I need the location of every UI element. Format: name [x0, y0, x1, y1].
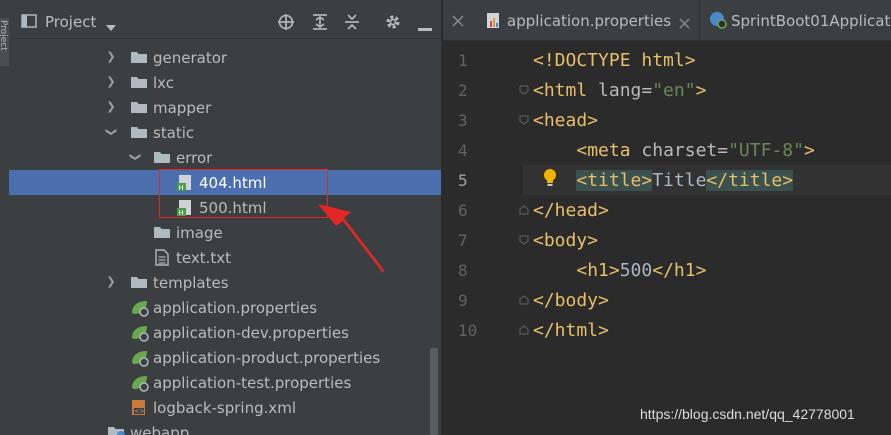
close-icon[interactable] [679, 14, 690, 33]
code-line: <html lang="en"> [533, 80, 707, 101]
hide-icon[interactable] [417, 18, 433, 37]
folder-icon [153, 224, 171, 244]
tree-item-application-dev-properties[interactable]: application-dev.properties [9, 320, 441, 345]
tree-item-label: lxc [153, 74, 175, 92]
tab-label: application.properties [507, 12, 672, 30]
line-number: 1 [458, 51, 468, 70]
line-number: 8 [458, 261, 468, 280]
tree-item-static[interactable]: ❯ static [9, 120, 441, 145]
tab-label: SprintBoot01Applicat [731, 12, 891, 30]
fold-marker-icon[interactable] [519, 85, 529, 95]
tree-item-application-test-properties[interactable]: application-test.properties [9, 370, 441, 395]
line-number: 6 [458, 201, 468, 220]
tree-item-label: application.properties [153, 299, 318, 317]
tree-item-label: application-product.properties [153, 349, 381, 367]
chevron-down-icon[interactable]: ❯ [128, 151, 142, 163]
settings-icon[interactable] [384, 13, 402, 35]
tree-item-generator[interactable]: ❯ generator [9, 45, 441, 70]
text-file-icon [155, 249, 169, 270]
tree-item-lxc[interactable]: ❯ lxc [9, 70, 441, 95]
tree-item-error[interactable]: ❯ error [9, 145, 441, 170]
properties-file-icon [486, 12, 502, 34]
annotation-highlight-box [159, 169, 328, 218]
spring-properties-icon [130, 374, 150, 396]
project-view-selector[interactable]: Project [45, 13, 96, 31]
locate-icon[interactable] [277, 13, 295, 35]
folder-icon [130, 274, 148, 294]
line-number: 10 [458, 321, 478, 340]
tree-item-label: image [176, 224, 223, 242]
watermark-text: https://blog.csdn.net/qq_42778001 [640, 406, 855, 422]
tree-item-mapper[interactable]: ❯ mapper [9, 95, 441, 120]
tree-item-label: static [153, 124, 195, 142]
chevron-down-icon[interactable]: ❯ [104, 126, 118, 138]
line-number: 9 [458, 291, 468, 310]
tree-item-application-product-properties[interactable]: application-product.properties [9, 345, 441, 370]
line-number: 7 [458, 231, 468, 250]
spring-properties-icon [130, 324, 150, 346]
code-line: <title>Title</title> [576, 170, 794, 191]
tree-item-image[interactable]: image [9, 220, 441, 245]
line-number: 5 [458, 171, 468, 190]
code-line: <head> [533, 110, 599, 131]
code-line: </body> [533, 290, 609, 311]
chevron-right-icon[interactable]: ❯ [105, 75, 117, 89]
tree-item-application-properties[interactable]: application.properties [9, 295, 441, 320]
tree-item-label: generator [153, 49, 228, 67]
code-line: <meta charset="UTF-8"> [576, 140, 815, 161]
tree-item-webapp[interactable]: webapp [9, 420, 441, 435]
code-line: <body> [533, 230, 599, 251]
tree-item-templates[interactable]: ❯ templates [9, 270, 441, 295]
fold-marker-icon[interactable] [519, 295, 529, 305]
close-icon[interactable] [452, 12, 464, 31]
code-line: </head> [533, 200, 609, 221]
tree-item-label: mapper [153, 99, 212, 117]
tree-item-text-txt[interactable]: text.txt [9, 245, 441, 270]
tree-item-label: webapp [130, 424, 190, 435]
fold-marker-icon[interactable] [519, 325, 529, 335]
folder-icon [130, 49, 148, 69]
chevron-right-icon[interactable]: ❯ [105, 50, 117, 64]
folder-icon [130, 74, 148, 94]
chevron-right-icon[interactable]: ❯ [105, 100, 117, 114]
tree-item-logback-spring-xml[interactable]: <> logback-spring.xml [9, 395, 441, 420]
fold-marker-icon[interactable] [519, 115, 529, 125]
tree-item-label: logback-spring.xml [153, 399, 297, 417]
web-folder-icon [107, 424, 127, 435]
code-line: </html> [533, 320, 609, 341]
chevron-right-icon[interactable]: ❯ [105, 275, 117, 289]
code-line: <!DOCTYPE html> [533, 50, 696, 71]
spring-boot-class-icon [709, 11, 727, 33]
fold-marker-icon[interactable] [519, 235, 529, 245]
tab-sprintboot01-application[interactable]: SprintBoot01Applicat [699, 0, 891, 40]
line-number: 3 [458, 111, 468, 130]
collapse-all-icon[interactable] [343, 13, 361, 35]
project-panel-header: Project [9, 4, 441, 39]
line-number: 4 [458, 141, 468, 160]
code-line: <h1>500</h1> [576, 260, 707, 281]
spring-properties-icon [130, 299, 150, 321]
project-scrollbar[interactable] [430, 348, 438, 435]
tree-item-label: templates [153, 274, 229, 292]
folder-icon [153, 149, 171, 169]
folder-icon [130, 99, 148, 119]
fold-marker-icon[interactable] [519, 205, 529, 215]
project-tool-label: Project [0, 20, 8, 51]
folder-icon [130, 124, 148, 144]
svg-text:<>: <> [134, 408, 144, 415]
tree-item-label: text.txt [176, 249, 232, 267]
tree-item-label: error [176, 149, 213, 167]
line-number: 2 [458, 81, 468, 100]
tree-item-label: application-test.properties [153, 374, 352, 392]
chevron-down-icon[interactable] [105, 17, 117, 36]
editor-tab-bar: application.properties SprintBoot01Appli… [443, 0, 891, 41]
spring-properties-icon [130, 349, 150, 371]
tab-application-properties[interactable]: application.properties [476, 0, 698, 40]
tree-item-label: application-dev.properties [153, 324, 349, 342]
expand-all-icon[interactable] [311, 13, 329, 35]
xml-file-icon: <> [131, 399, 147, 421]
editor-pane: application.properties SprintBoot01Appli… [443, 0, 891, 435]
project-view-icon [21, 13, 37, 33]
